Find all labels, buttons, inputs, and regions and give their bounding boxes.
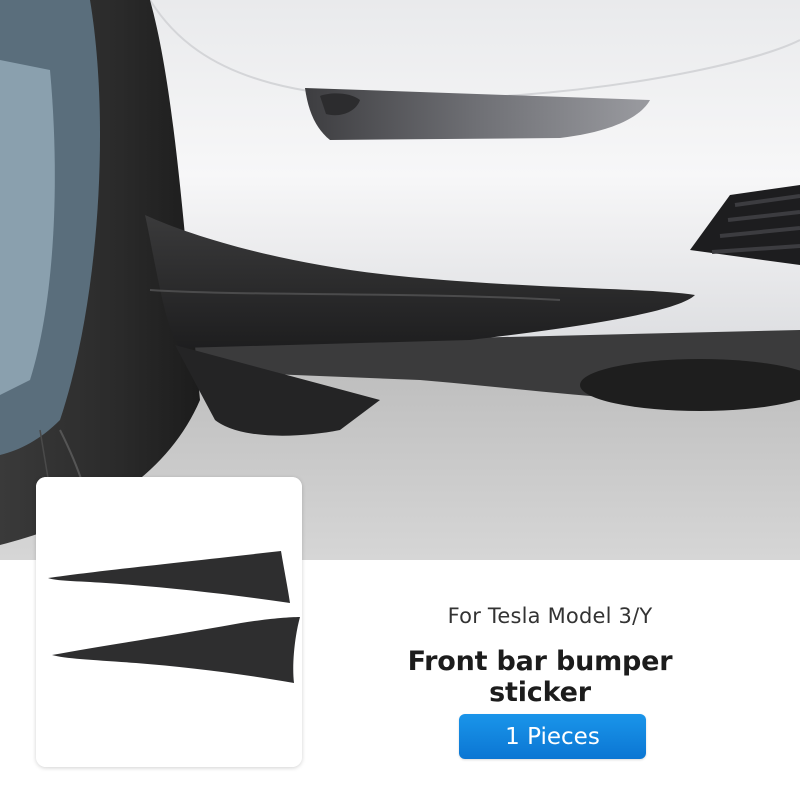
- product-title: Front bar bumper sticker: [407, 646, 673, 708]
- quantity-badge[interactable]: 1 Pieces: [459, 714, 646, 759]
- compatibility-text: For Tesla Model 3/Y: [447, 604, 653, 628]
- product-pieces-inset: [36, 477, 302, 767]
- product-banner: For Tesla Model 3/Y Front bar bumper sti…: [0, 0, 800, 800]
- car-bumper-photo: [0, 0, 800, 560]
- spoiler-pieces-illustration: [36, 477, 302, 767]
- quantity-label: 1 Pieces: [505, 723, 600, 750]
